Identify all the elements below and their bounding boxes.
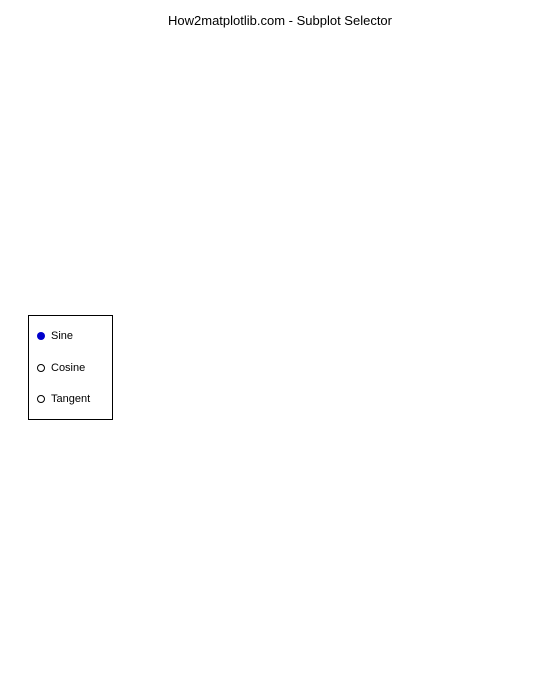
radio-circle-icon: [37, 332, 45, 340]
radio-item-sine[interactable]: Sine: [37, 330, 104, 342]
radio-label: Tangent: [51, 393, 90, 405]
radio-panel: Sine Cosine Tangent: [28, 315, 113, 420]
radio-item-tangent[interactable]: Tangent: [37, 393, 104, 405]
radio-circle-icon: [37, 364, 45, 372]
radio-item-cosine[interactable]: Cosine: [37, 362, 104, 374]
radio-circle-icon: [37, 395, 45, 403]
radio-label: Cosine: [51, 362, 85, 374]
radio-label: Sine: [51, 330, 73, 342]
page-title: How2matplotlib.com - Subplot Selector: [0, 13, 560, 28]
